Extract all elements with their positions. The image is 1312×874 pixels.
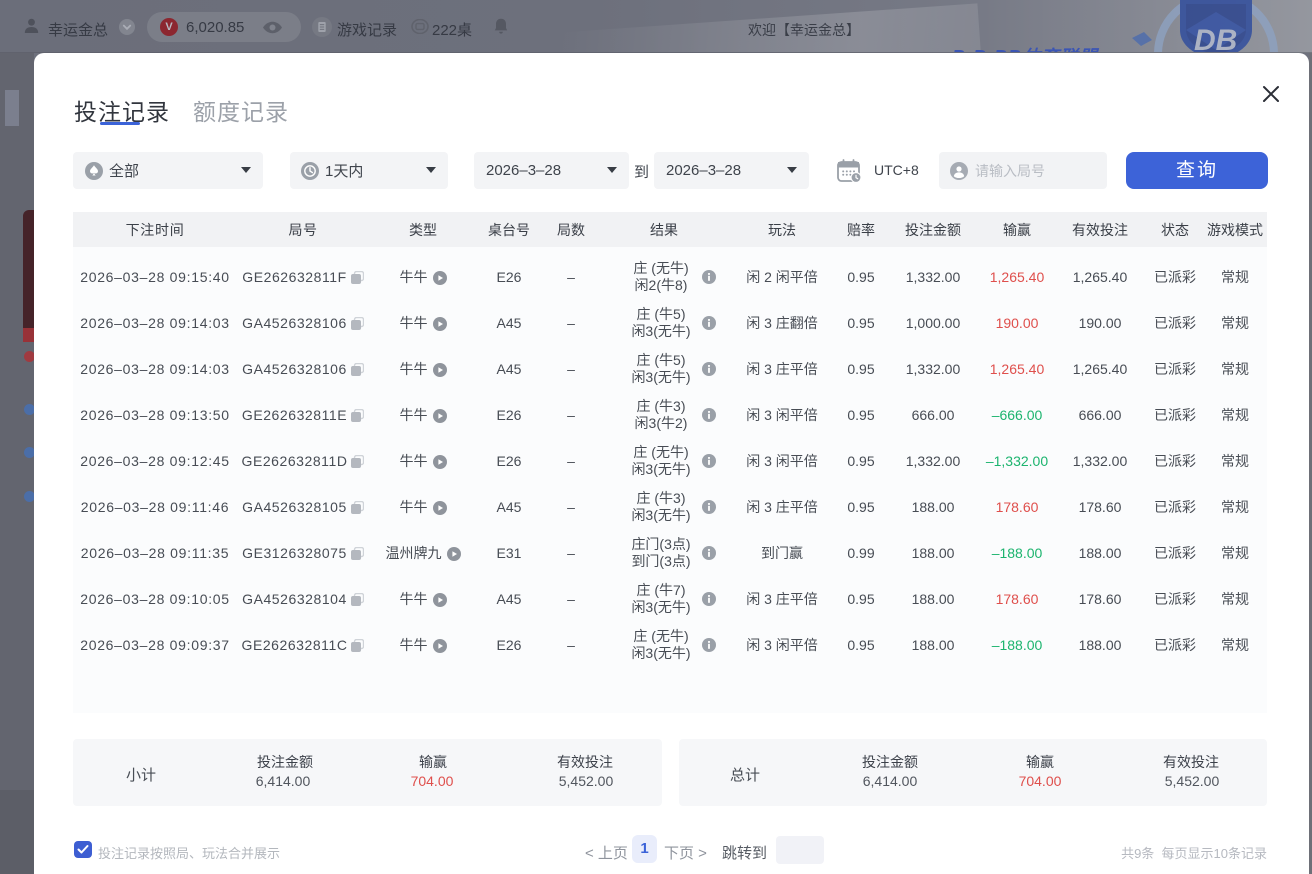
svg-text:DB: DB [1194,24,1237,53]
